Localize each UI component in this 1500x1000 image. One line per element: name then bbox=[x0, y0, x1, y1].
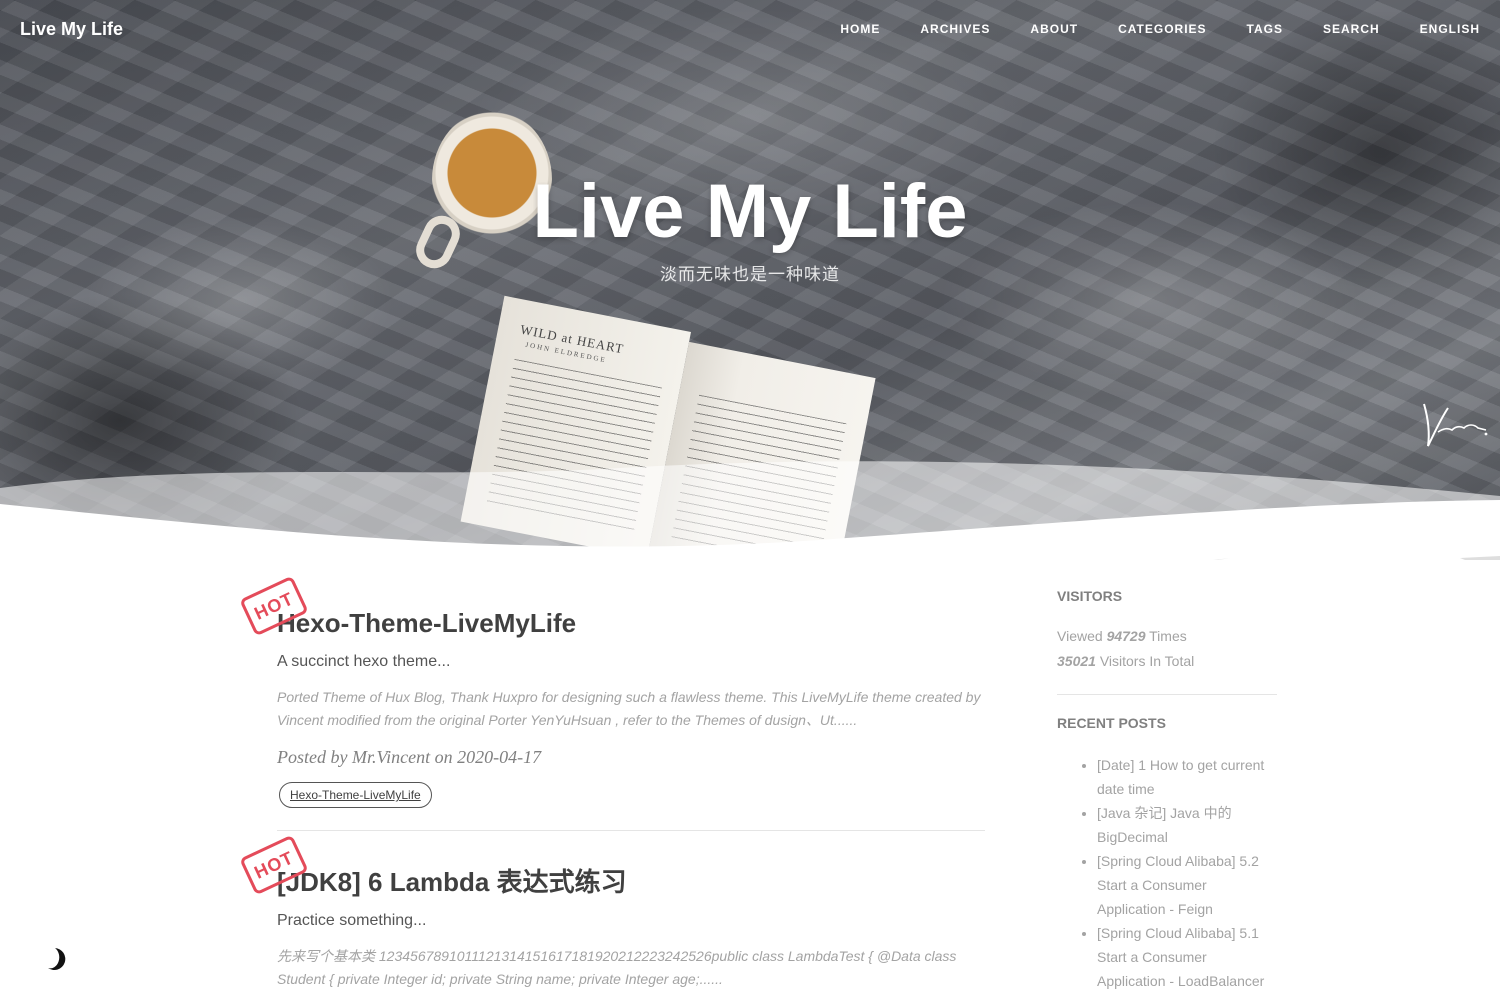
recent-post-link[interactable]: [Date] 1 How to get current date time bbox=[1097, 757, 1264, 797]
site-heading: Live My Life 淡而无味也是一种味道 bbox=[0, 170, 1500, 285]
post-list: HOT Hexo-Theme-LiveMyLife A succinct hex… bbox=[239, 575, 985, 991]
recent-posts-list: [Date] 1 How to get current date time [J… bbox=[1057, 753, 1277, 993]
visitors-line: 35021 Visitors In Total bbox=[1057, 649, 1277, 674]
main-nav: HOME ARCHIVES ABOUT CATEGORIES TAGS SEAR… bbox=[800, 22, 1480, 36]
visitors-count: 35021 bbox=[1057, 653, 1096, 669]
moon-icon[interactable] bbox=[42, 946, 68, 972]
viewed-count: 94729 bbox=[1106, 628, 1146, 644]
recent-post-link[interactable]: [Java 杂记] Java 中的 BigDecimal bbox=[1097, 805, 1232, 845]
post-excerpt: Ported Theme of Hux Blog, Thank Huxpro f… bbox=[277, 689, 981, 729]
nav-tags[interactable]: TAGS bbox=[1247, 22, 1283, 36]
viewed-suffix: Times bbox=[1149, 628, 1187, 644]
post-divider bbox=[277, 830, 985, 832]
nav-search[interactable]: SEARCH bbox=[1323, 22, 1380, 36]
site-title: Live My Life bbox=[532, 169, 968, 254]
post-title[interactable]: Hexo-Theme-LiveMyLife bbox=[277, 608, 985, 639]
post-subtitle: A succinct hexo theme... bbox=[277, 653, 451, 671]
recent-post-item: [Date] 1 How to get current date time bbox=[1097, 753, 1277, 801]
post-preview[interactable]: HOT Hexo-Theme-LiveMyLife A succinct hex… bbox=[239, 575, 985, 832]
tag-chip[interactable]: Hexo-Theme-LiveMyLife bbox=[279, 782, 432, 809]
post-preview[interactable]: HOT [JDK8] 6 Lambda 表达式练习 Practice somet… bbox=[239, 834, 985, 991]
recent-post-item: [Spring Cloud Alibaba] 5.2 Start a Consu… bbox=[1097, 849, 1277, 921]
visitor-stats: Viewed 94729 Times 35021 Visitors In Tot… bbox=[1057, 624, 1277, 674]
recent-post-item: [Java 杂记] Java 中的 BigDecimal bbox=[1097, 801, 1277, 849]
visitors-heading: VISITORS bbox=[1057, 588, 1123, 604]
post-excerpt: 先来写个基本类 12345678910111213141516171819202… bbox=[277, 948, 957, 988]
sidebar-divider bbox=[1057, 694, 1277, 695]
hero-wave-divider bbox=[0, 461, 1500, 560]
nav-language[interactable]: ENGLISH bbox=[1420, 22, 1480, 36]
signature-logo bbox=[1423, 403, 1488, 447]
sidebar: VISITORS Viewed 94729 Times 35021 Visito… bbox=[1057, 588, 1277, 993]
recent-post-link[interactable]: [Spring Cloud Alibaba] 5.1 Start a Consu… bbox=[1097, 925, 1264, 989]
post-title[interactable]: [JDK8] 6 Lambda 表达式练习 bbox=[277, 867, 985, 898]
post-subtitle: Practice something... bbox=[277, 912, 427, 930]
nav-home[interactable]: HOME bbox=[840, 22, 880, 36]
post-meta: Posted by Mr.Vincent on 2020-04-17 bbox=[277, 747, 542, 768]
viewed-prefix: Viewed bbox=[1057, 628, 1103, 644]
brand-link[interactable]: Live My Life bbox=[20, 19, 123, 40]
viewed-line: Viewed 94729 Times bbox=[1057, 624, 1277, 649]
recent-post-item: [Spring Cloud Alibaba] 5.1 Start a Consu… bbox=[1097, 921, 1277, 993]
nav-about[interactable]: ABOUT bbox=[1030, 22, 1078, 36]
recent-post-link[interactable]: [Spring Cloud Alibaba] 5.2 Start a Consu… bbox=[1097, 853, 1259, 917]
nav-categories[interactable]: CATEGORIES bbox=[1118, 22, 1206, 36]
recent-posts-heading: RECENT POSTS bbox=[1057, 715, 1166, 731]
site-subtitle: 淡而无味也是一种味道 bbox=[660, 264, 840, 284]
hero-banner: WILD at HEART JOHN ELDREDGE Live My Life… bbox=[0, 0, 1500, 560]
visitors-suffix: Visitors In Total bbox=[1099, 653, 1195, 669]
nav-archives[interactable]: ARCHIVES bbox=[920, 22, 990, 36]
post-tags: Hexo-Theme-LiveMyLife bbox=[277, 782, 985, 809]
